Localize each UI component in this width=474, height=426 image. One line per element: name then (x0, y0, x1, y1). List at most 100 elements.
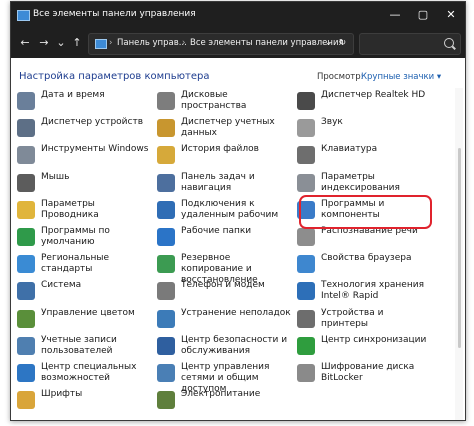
item-label: Инструменты Windows (41, 144, 149, 155)
breadcrumb-control-panel[interactable]: Панель управ... (117, 38, 187, 48)
network-icon (157, 364, 175, 382)
file-history-icon (157, 146, 175, 165)
back-button[interactable]: ← (17, 35, 33, 51)
close-button[interactable]: ✕ (437, 2, 465, 28)
control-panel-item[interactable]: Мышь (17, 170, 155, 198)
recent-locations-button[interactable]: ⌄ (53, 35, 69, 51)
control-panel-item[interactable]: Программы по умолчанию (17, 224, 155, 252)
control-panel-item[interactable]: Центр безопасности и обслуживания (157, 333, 295, 361)
control-panel-item[interactable]: Учетные записи пользователей (17, 333, 155, 361)
refresh-button[interactable]: ↻ (339, 38, 346, 48)
item-label: Система (41, 280, 82, 291)
default-programs-icon (17, 228, 35, 246)
control-panel-item[interactable]: Резервное копирование и восстановление (157, 251, 295, 285)
control-panel-item[interactable]: Система (17, 278, 155, 306)
printer-icon (297, 309, 315, 328)
control-panel-item[interactable]: Диспетчер устройств (17, 115, 155, 143)
item-label: Диспетчер устройств (41, 117, 144, 128)
item-label: Телефон и модем (181, 280, 265, 291)
title-bar: Все элементы панели управления — ▢ ✕ (11, 2, 465, 28)
control-panel-item[interactable]: Устройства и принтеры (297, 306, 435, 334)
control-panel-item[interactable]: Региональные стандарты (17, 251, 155, 279)
control-panel-item[interactable]: Панель задач и навигация (157, 170, 295, 198)
vertical-scrollbar[interactable] (455, 88, 463, 420)
credentials-icon (157, 119, 175, 138)
sync-icon (297, 336, 315, 355)
item-label: История файлов (181, 144, 259, 155)
search-input[interactable] (359, 33, 461, 55)
item-label: Центр безопасности и обслуживания (181, 334, 288, 356)
control-panel-item[interactable]: Дата и время (17, 88, 155, 116)
fonts-icon (17, 391, 35, 410)
window-title: Все элементы панели управления (33, 9, 196, 19)
item-label: Клавиатура (321, 144, 378, 155)
control-panel-item[interactable]: Устранение неполадок (157, 306, 295, 334)
mouse-icon (17, 173, 35, 192)
item-label: Свойства браузера (321, 253, 412, 264)
control-panel-item[interactable]: Клавиатура (297, 142, 435, 170)
power-icon (157, 391, 175, 410)
taskbar-icon (157, 173, 175, 192)
control-panel-item[interactable]: Телефон и модем (157, 278, 295, 306)
troubleshoot-icon (157, 309, 175, 328)
item-label: Шрифты (41, 389, 83, 400)
color-icon (17, 309, 35, 328)
address-dropdown-button[interactable]: ⌄ (325, 38, 332, 48)
control-panel-item[interactable]: Подключения к удаленным рабочим (157, 197, 295, 225)
item-label: Мышь (41, 171, 70, 182)
control-panel-item[interactable]: Шифрование диска BitLocker (297, 360, 435, 388)
item-label: Региональные стандарты (41, 253, 110, 275)
item-label: Центр синхронизации (321, 334, 427, 345)
remote-desktop-icon (157, 200, 175, 219)
control-panel-item[interactable]: Звук (297, 115, 435, 143)
control-panel-icon (95, 39, 107, 49)
item-label: Учетные записи пользователей (41, 334, 117, 356)
control-panel-item[interactable]: Параметры Проводника (17, 197, 155, 225)
forward-button[interactable]: → (36, 35, 52, 51)
item-label: Диспетчер учетных данных (181, 117, 275, 139)
minimize-button[interactable]: — (381, 2, 409, 28)
control-panel-item[interactable]: История файлов (157, 142, 295, 170)
control-panel-item[interactable]: Инструменты Windows (17, 142, 155, 170)
control-panel-item[interactable]: Параметры индексирования (297, 170, 435, 198)
item-label: Подключения к удаленным рабочим (181, 198, 279, 220)
control-panel-item[interactable]: Центр специальных возможностей (17, 360, 155, 388)
item-label: Программы по умолчанию (41, 226, 110, 247)
breadcrumb-all-items[interactable]: Все элементы панели управления (190, 38, 344, 48)
item-label: Параметры Проводника (41, 198, 99, 220)
indexing-icon (297, 173, 315, 192)
tools-icon (17, 146, 35, 165)
control-panel-item[interactable]: Электропитание (157, 387, 295, 415)
item-label: Дисковые пространства (181, 90, 247, 111)
control-panel-item[interactable]: Шрифты (17, 387, 155, 415)
control-panel-item[interactable]: Технология хранения Intel® Rapid (297, 278, 435, 306)
control-panel-item[interactable]: Свойства браузера (297, 251, 435, 279)
item-label: Устройства и принтеры (321, 307, 384, 329)
view-mode-dropdown[interactable]: Крупные значки ▾ (361, 72, 441, 82)
address-bar[interactable]: › Панель управ... › Все элементы панели … (88, 33, 354, 55)
control-panel-icon (17, 10, 30, 21)
up-button[interactable]: ↑ (69, 35, 85, 51)
folder-options-icon (17, 200, 35, 219)
view-label: Просмотр: (317, 72, 364, 82)
control-panel-item[interactable]: Центр управления сетями и общим доступом (157, 360, 295, 394)
item-label: Управление цветом (41, 307, 135, 318)
highlight-frame (299, 195, 432, 229)
item-label: Диспетчер Realtek HD (321, 90, 426, 100)
control-panel-item[interactable]: Диспетчер Realtek HD (297, 88, 435, 116)
control-panel-item[interactable]: Управление цветом (17, 306, 155, 334)
maximize-button[interactable]: ▢ (409, 2, 437, 28)
control-panel-item[interactable]: Дисковые пространства (157, 88, 295, 116)
control-panel-item[interactable]: Рабочие папки (157, 224, 295, 252)
control-panel-window: Все элементы панели управления — ▢ ✕ ← →… (10, 1, 466, 421)
page-title: Настройка параметров компьютера (19, 71, 210, 82)
item-label: Дата и время (41, 90, 105, 100)
control-panel-item[interactable]: Диспетчер учетных данных (157, 115, 295, 143)
item-label: Рабочие папки (181, 226, 252, 236)
item-label: Звук (321, 117, 343, 128)
scrollbar-thumb[interactable] (458, 148, 461, 348)
microphone-icon (297, 228, 315, 246)
control-panel-item[interactable]: Центр синхронизации (297, 333, 435, 361)
storage-icon (157, 92, 175, 110)
security-flag-icon (157, 336, 175, 355)
